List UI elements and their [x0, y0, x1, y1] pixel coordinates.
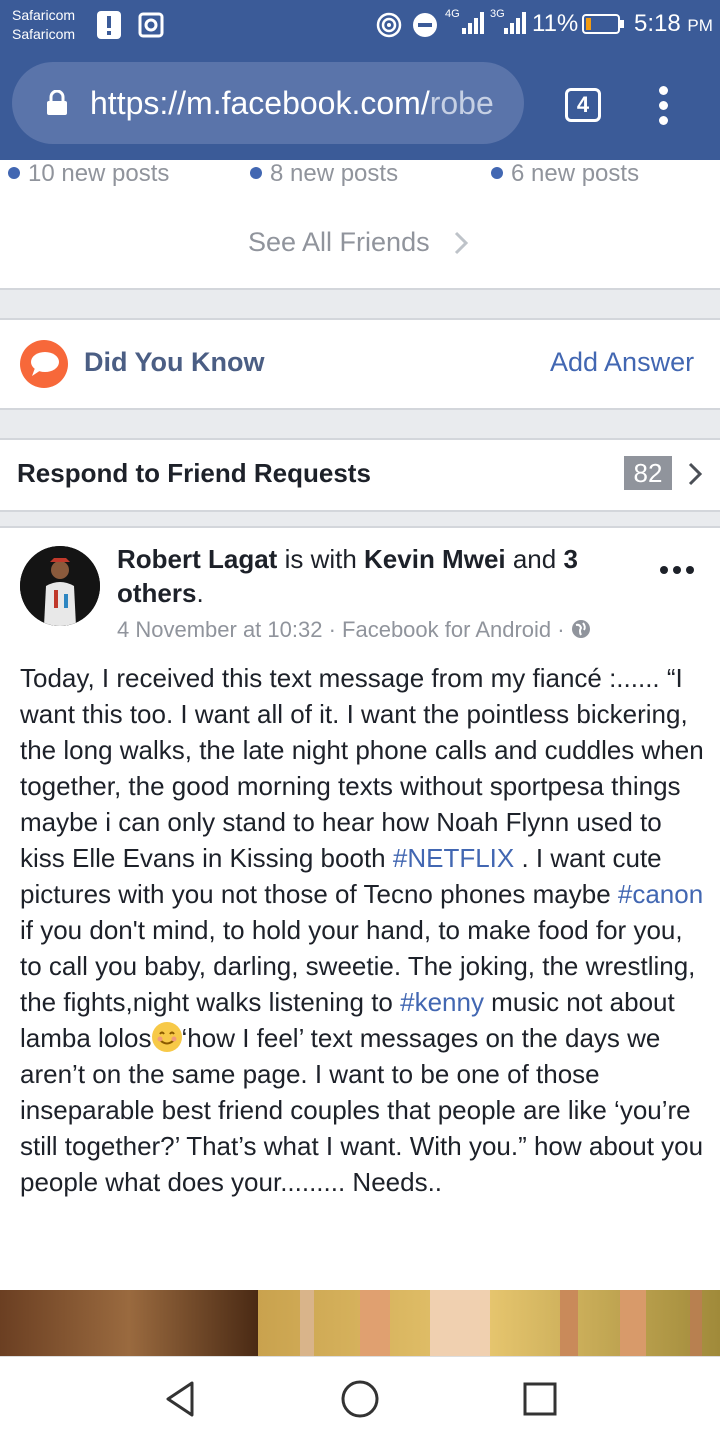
- url-bar[interactable]: https://m.facebook.com/robe: [12, 62, 524, 144]
- signal-2-icon: [504, 12, 526, 34]
- section-divider: [0, 288, 720, 320]
- chevron-right-icon: [688, 462, 703, 486]
- hashtag-kenny[interactable]: #kenny: [400, 987, 484, 1017]
- post-header: Robert Lagat is with Kevin Mwei and 3 ot…: [117, 544, 578, 608]
- post-photo[interactable]: [0, 1290, 720, 1356]
- url-text[interactable]: https://m.facebook.com/robe: [90, 82, 510, 124]
- tab-count: 4: [576, 92, 590, 117]
- smiling-emoji-icon: [151, 1022, 182, 1053]
- clock: 5:18 PM: [634, 10, 713, 40]
- browser-toolbar: Safaricom Safaricom 4G 3G 11% 5:18 PM ht…: [0, 0, 720, 160]
- new-dot-icon: [250, 166, 262, 179]
- avatar[interactable]: [20, 546, 100, 626]
- clock-ampm: PM: [687, 16, 713, 35]
- screenshot-icon: [138, 12, 164, 38]
- home-icon[interactable]: [340, 1379, 380, 1419]
- see-all-friends-link[interactable]: See All Friends: [248, 226, 430, 258]
- friend-requests-count: 82: [624, 456, 672, 490]
- signal-1-icon: [462, 12, 484, 34]
- battery-icon: [582, 14, 624, 34]
- hashtag-netflix[interactable]: #NETFLIX: [393, 843, 514, 873]
- friend-new-posts-3[interactable]: 6 new posts: [491, 160, 639, 188]
- friends-new-posts-row: 10 new posts 8 new posts 6 new posts: [0, 160, 720, 190]
- tabs-button[interactable]: 4: [565, 88, 601, 122]
- recents-icon[interactable]: [522, 1381, 558, 1417]
- carrier-labels: Safaricom Safaricom: [12, 6, 75, 44]
- author-name[interactable]: Robert Lagat: [117, 544, 277, 574]
- post-options-icon[interactable]: [660, 566, 694, 576]
- carrier-2: Safaricom: [12, 26, 76, 42]
- overflow-menu-icon[interactable]: [652, 86, 676, 126]
- url-host: https://m.facebook.com/: [90, 85, 430, 121]
- alert-icon: [97, 11, 121, 39]
- url-path: robe: [429, 85, 494, 121]
- section-divider: [0, 408, 720, 440]
- system-nav-bar: [0, 1356, 720, 1440]
- new-dot-icon: [8, 166, 20, 179]
- status-bar: Safaricom Safaricom 4G 3G 11% 5:18 PM: [0, 0, 720, 50]
- lock-icon: [47, 90, 67, 115]
- friend-requests-title: Respond to Friend Requests: [17, 458, 371, 488]
- globe-icon: [571, 620, 590, 639]
- tagged-friend[interactable]: Kevin Mwei: [364, 544, 506, 574]
- section-divider: [0, 510, 720, 528]
- post-source: Facebook for Android: [342, 617, 552, 642]
- friend-new-posts-1[interactable]: 10 new posts: [8, 160, 169, 188]
- hashtag-canon[interactable]: #canon: [618, 879, 703, 909]
- back-icon[interactable]: [162, 1379, 198, 1419]
- new-dot-icon: [491, 166, 503, 179]
- clock-time: 5:18: [634, 10, 681, 37]
- post-text: Today, I received this text message from…: [20, 663, 704, 1197]
- hotspot-icon: [376, 12, 402, 38]
- chevron-right-icon: [454, 231, 469, 255]
- did-you-know-title: Did You Know: [84, 347, 265, 377]
- do-not-disturb-icon: [413, 13, 437, 37]
- add-answer-link[interactable]: Add Answer: [550, 346, 694, 378]
- post-date[interactable]: 4 November at 10:32: [117, 617, 322, 642]
- friend-new-posts-2[interactable]: 8 new posts: [250, 160, 398, 188]
- post-meta: 4 November at 10:32 · Facebook for Andro…: [117, 616, 591, 644]
- carrier-1: Safaricom: [12, 7, 76, 23]
- battery-percent: 11%: [532, 10, 579, 37]
- speech-bubble-icon: [20, 340, 68, 388]
